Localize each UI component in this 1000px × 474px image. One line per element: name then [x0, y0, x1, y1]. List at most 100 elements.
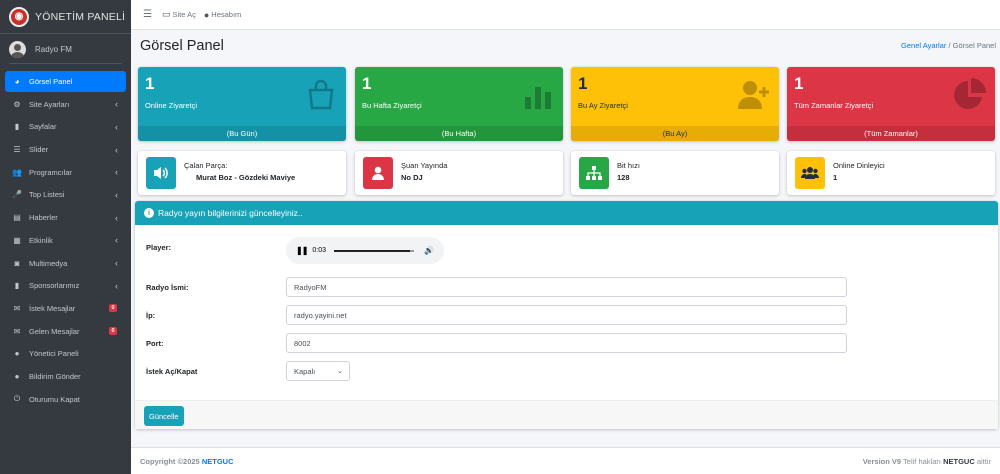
- sidebar-item-2[interactable]: ▮ Sayfalar ‹: [5, 116, 126, 137]
- pie-chart-icon: [953, 77, 987, 113]
- pause-icon[interactable]: ❚❚: [296, 246, 308, 255]
- sidebar-item-14[interactable]: ⏻ Oturumu Kapat: [5, 389, 126, 410]
- chevron-left-icon: ‹: [115, 189, 118, 200]
- site-open-label: Site Aç: [172, 10, 196, 19]
- user-icon: [363, 157, 393, 189]
- copyright-text: Copyright ©2025: [140, 456, 200, 466]
- sidebar-item-9[interactable]: ▮ Sponsorlarımız ‹: [5, 275, 126, 296]
- users-icon: 👥: [12, 167, 22, 177]
- count-badge: 0: [109, 327, 117, 336]
- page-title: Görsel Panel: [140, 38, 224, 54]
- calendar-icon: ▦: [13, 235, 21, 245]
- info-value: 1: [833, 173, 838, 182]
- port-label: Port:: [146, 339, 164, 348]
- sidebar-item-label: Haberler: [29, 213, 58, 223]
- users-icon: [795, 157, 825, 189]
- copyright-brand-link[interactable]: NETGUC: [202, 457, 234, 466]
- player-time: 0:03: [312, 247, 327, 254]
- bar-chart-icon: [521, 77, 555, 113]
- sidebar-item-12[interactable]: ● Yönetici Paneli: [5, 343, 126, 364]
- sidebar-item-label: Top Listesi: [29, 190, 65, 200]
- desktop-icon: ▭: [161, 9, 171, 19]
- stat-label: Tüm Zamanlar Ziyaretçi: [794, 101, 874, 110]
- stat-footer-link[interactable]: (Bu Gün): [138, 126, 346, 141]
- chevron-left-icon: ‹: [115, 167, 118, 178]
- sidebar-item-5[interactable]: 🎤 Top Listesi ‹: [5, 184, 126, 205]
- sidebar-item-label: Gelen Mesajlar: [29, 326, 80, 336]
- card-footer: Güncelle: [135, 400, 998, 429]
- stat-box: 1 Bu Ay Ziyaretçi (Bu Ay): [571, 67, 779, 141]
- ip-input[interactable]: radyo.yayini.net: [286, 305, 847, 325]
- sidebar-item-3[interactable]: ☰ Slider ‹: [5, 139, 126, 160]
- player-progress[interactable]: [334, 249, 415, 252]
- sitemap-icon: [579, 157, 609, 189]
- sidebar-item-label: İstek Mesajlar: [29, 303, 76, 313]
- user-name: Radyo FM: [35, 45, 72, 54]
- envelope-icon: ✉: [13, 303, 21, 313]
- user-panel[interactable]: Radyo FM: [9, 34, 122, 64]
- footer-right: Version V9 Telif hakları NETGUC aittir: [863, 457, 991, 466]
- stat-value: 1: [794, 74, 804, 93]
- breadcrumb-separator: /: [948, 41, 951, 50]
- info-label: Bit hızı: [617, 161, 640, 170]
- sidebar-item-label: Görsel Panel: [29, 77, 73, 86]
- info-box: Bit hızı 128: [571, 151, 779, 195]
- player-label: Player:: [146, 243, 172, 252]
- stat-footer-link[interactable]: (Tüm Zamanlar): [787, 126, 995, 141]
- chevron-left-icon: ‹: [115, 212, 118, 223]
- volume-icon[interactable]: 🔊: [424, 246, 434, 255]
- request-toggle-label: İstek Aç/Kapat: [146, 367, 198, 376]
- info-label: Çalan Parça:: [184, 161, 228, 170]
- stat-box: 1 Tüm Zamanlar Ziyaretçi (Tüm Zamanlar): [787, 67, 995, 141]
- user-plus-icon: [737, 77, 771, 113]
- info-icon: i: [144, 208, 154, 218]
- stat-footer-link[interactable]: (Bu Hafta): [355, 126, 563, 141]
- stat-footer-link[interactable]: (Bu Ay): [571, 126, 779, 141]
- radio-settings-card: i Radyo yayın bilgilerinizi güncelleyini…: [135, 201, 998, 429]
- stat-label: Bu Ay Ziyaretçi: [578, 101, 628, 110]
- sidebar-item-13[interactable]: ● Bildirim Gönder: [5, 366, 126, 387]
- sidebar-item-label: Sponsorlarımız: [29, 281, 80, 291]
- stat-box: 1 Online Ziyaretçi (Bu Gün): [138, 67, 346, 141]
- chevron-left-icon: ‹: [115, 121, 118, 132]
- rights-brand: NETGUC: [943, 456, 975, 466]
- ip-label: İp:: [146, 311, 156, 320]
- sidebar-item-4[interactable]: 👥 Programcılar ‹: [5, 162, 126, 183]
- newspaper-icon: ▤: [13, 213, 21, 223]
- player-progress-fill: [334, 249, 411, 252]
- account-link[interactable]: ● Hesabım: [204, 10, 241, 20]
- breadcrumb-link[interactable]: Genel Ayarlar: [901, 41, 946, 50]
- radio-name-input[interactable]: RadyoFM: [286, 277, 847, 297]
- sidebar-item-1[interactable]: ⚙ Site Ayarları ‹: [5, 94, 126, 115]
- update-button[interactable]: Güncelle: [144, 406, 184, 426]
- port-input[interactable]: 8002: [286, 333, 847, 353]
- sidebar-item-7[interactable]: ▦ Etkinlik ‹: [5, 230, 126, 251]
- sidebar-item-6[interactable]: ▤ Haberler ‹: [5, 207, 126, 228]
- brand-link[interactable]: ◉ YÖNETİM PANELİ: [0, 0, 131, 34]
- sidebar-item-label: Oturumu Kapat: [29, 394, 80, 404]
- breadcrumb: Genel Ayarlar / Görsel Panel: [901, 41, 996, 50]
- sidebar-item-label: Sayfalar: [29, 122, 57, 132]
- sidebar-item-label: Slider: [29, 145, 49, 155]
- chevron-left-icon: ‹: [115, 280, 118, 291]
- account-label: Hesabım: [211, 10, 242, 19]
- topbar: ☰ ▭ Site Aç ● Hesabım: [131, 0, 1000, 30]
- sidebar-item-11[interactable]: ✉ Gelen Mesajlar 0: [5, 321, 126, 342]
- audio-player[interactable]: ❚❚ 0:03 🔊: [286, 237, 444, 264]
- chevron-left-icon: ‹: [115, 144, 118, 155]
- content-header: Görsel Panel Genel Ayarlar / Görsel Pane…: [140, 38, 996, 58]
- sidebar-item-0[interactable]: ◕ Görsel Panel: [5, 71, 126, 92]
- info-label: Online Dinleyici: [833, 161, 885, 170]
- request-toggle-select[interactable]: Kapalı ⌄: [286, 361, 350, 381]
- site-open-link[interactable]: ▭ Site Aç: [162, 9, 196, 20]
- info-value: Murat Boz - Gözdeki Maviye: [196, 173, 296, 182]
- card-header: i Radyo yayın bilgilerinizi güncelleyini…: [135, 201, 998, 225]
- sidebar-item-10[interactable]: ✉ İstek Mesajlar 0: [5, 298, 126, 319]
- dashboard-icon: ◕: [14, 77, 20, 86]
- count-badge: 0: [109, 304, 117, 313]
- stat-label: Bu Hafta Ziyaretçi: [362, 101, 422, 110]
- sidebar-item-label: Programcılar: [29, 167, 72, 177]
- sidebar-item-8[interactable]: ◙ Multimedya ‹: [5, 253, 126, 274]
- menu-toggle-icon[interactable]: ☰: [143, 9, 152, 20]
- card-title: Radyo yayın bilgilerinizi güncelleyiniz.…: [158, 208, 303, 218]
